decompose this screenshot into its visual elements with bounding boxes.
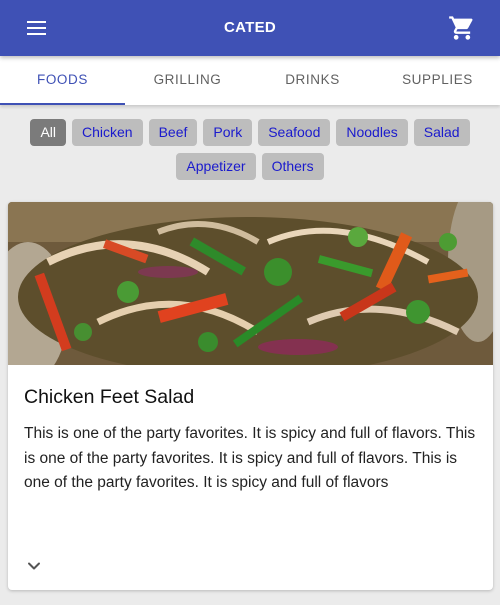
food-card[interactable]: Chicken Feet Salad This is one of the pa…: [8, 202, 493, 590]
chip-noodles[interactable]: Noodles: [336, 119, 408, 146]
category-tabs: FOODS GRILLING DRINKS SUPPLIES: [0, 56, 500, 105]
chevron-down-icon[interactable]: [22, 554, 46, 578]
filter-chip-row: All Chicken Beef Pork Seafood Noodles Sa…: [0, 119, 500, 146]
card-title: Chicken Feet Salad: [24, 386, 195, 408]
tab-drinks[interactable]: DRINKS: [250, 56, 375, 105]
filter-chips: All Chicken Beef Pork Seafood Noodles Sa…: [0, 119, 500, 187]
chip-salad[interactable]: Salad: [413, 119, 470, 146]
app-title: CATED: [223, 19, 277, 36]
filter-chip-row: Appetizer Others: [0, 153, 500, 180]
chip-all[interactable]: All: [30, 119, 66, 146]
app-bar: CATED: [0, 0, 500, 56]
tab-supplies[interactable]: SUPPLIES: [375, 56, 500, 105]
chip-others[interactable]: Others: [261, 153, 324, 180]
tab-foods[interactable]: FOODS: [0, 56, 125, 105]
food-image: [8, 202, 493, 365]
card-description: This is one of the party favorites. It i…: [24, 425, 476, 491]
chip-beef[interactable]: Beef: [148, 119, 198, 146]
tab-grilling[interactable]: GRILLING: [125, 56, 250, 105]
chip-seafood[interactable]: Seafood: [258, 119, 331, 146]
chip-pork[interactable]: Pork: [203, 119, 253, 146]
chip-appetizer[interactable]: Appetizer: [176, 153, 256, 180]
chip-chicken[interactable]: Chicken: [72, 119, 143, 146]
shopping-cart-icon[interactable]: [448, 14, 476, 42]
menu-icon[interactable]: [24, 16, 52, 40]
active-tab-indicator: [0, 103, 125, 105]
